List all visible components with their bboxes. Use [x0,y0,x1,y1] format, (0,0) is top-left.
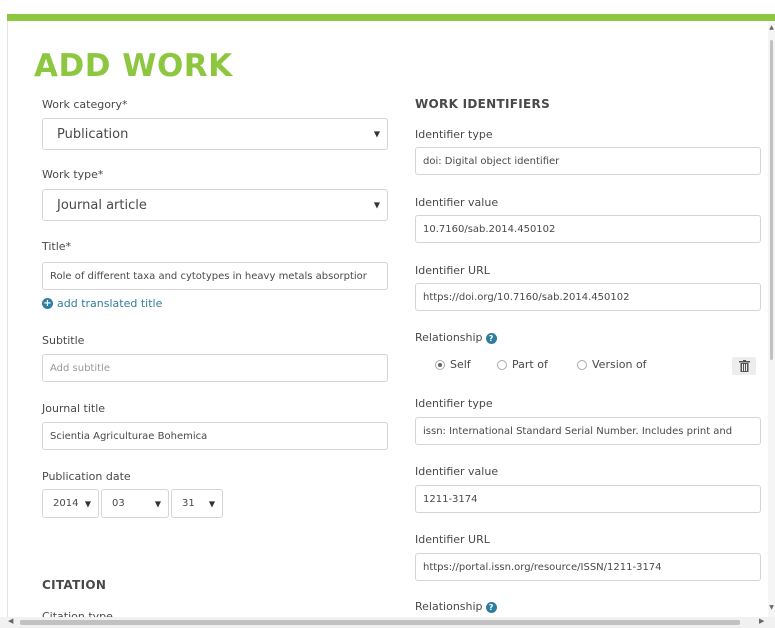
identifier-url-input-2[interactable]: https://portal.issn.org/resource/ISSN/12… [415,553,761,581]
relationship-option-label: Self [450,358,471,371]
radio-checked-icon [435,359,445,370]
identifier-value-input-2[interactable]: 1211-3174 [415,485,761,513]
publication-month-value: 03 [112,498,125,509]
journal-title-input[interactable]: Scientia Agriculturae Bohemica [42,422,388,450]
chevron-down-icon: ▼ [84,499,91,508]
scroll-down-icon[interactable]: ▼ [768,604,775,611]
publication-date-label: Publication date [42,470,131,483]
page-title: ADD WORK [34,48,233,84]
trash-icon [738,360,750,372]
radio-unchecked-icon [497,359,507,370]
add-translated-title-text: add translated title [57,297,163,310]
publication-day-select[interactable]: 31 ▼ [171,489,223,518]
identifier-type-label: Identifier type [415,128,493,141]
chevron-down-icon: ▼ [373,200,380,210]
identifier-value-label: Identifier value [415,196,499,209]
vertical-scroll-thumb[interactable] [770,40,773,360]
work-category-select[interactable]: Publication ▼ [42,118,388,150]
work-type-select[interactable]: Journal article ▼ [42,189,388,221]
plus-circle-icon: + [42,298,53,309]
citation-type-label: Citation type [42,610,113,617]
citation-section-heading: CITATION [42,578,107,592]
scroll-up-icon[interactable]: ▲ [768,24,775,31]
work-type-value: Journal article [57,197,147,213]
publication-month-select[interactable]: 03 ▼ [101,489,169,518]
identifier-type-label-2: Identifier type [415,397,493,410]
relationship-label: Relationship? [415,331,497,344]
journal-title-label: Journal title [42,402,106,415]
delete-identifier-button[interactable] [732,357,756,375]
identifier-url-label-2: Identifier URL [415,533,490,546]
chevron-down-icon: ▼ [208,499,215,508]
relationship-label-text: Relationship [415,331,483,344]
title-input[interactable]: Role of different taxa and cytotypes in … [42,262,388,290]
publication-year-value: 2014 [53,498,79,509]
relationship-label-text: Relationship [415,600,483,613]
work-category-value: Publication [57,126,129,142]
relationship-option-version-of[interactable]: Version of [577,358,647,371]
subtitle-label: Subtitle [42,334,85,347]
identifier-value-label-2: Identifier value [415,465,499,478]
work-type-label: Work type* [42,168,104,181]
chevron-down-icon: ▼ [154,499,161,508]
title-label: Title* [42,240,72,253]
scroll-right-icon[interactable]: ▶ [759,617,764,625]
publication-day-value: 31 [182,498,195,509]
identifier-url-label: Identifier URL [415,264,490,277]
add-translated-title-link[interactable]: + add translated title [42,297,162,310]
help-icon[interactable]: ? [485,332,497,344]
identifier-type-input[interactable]: doi: Digital object identifier [415,147,761,175]
relationship-label-2: Relationship? [415,600,497,613]
scroll-left-icon[interactable]: ◀ [8,617,13,625]
publication-year-select[interactable]: 2014 ▼ [42,489,99,518]
work-category-label: Work category* [42,98,128,111]
identifier-url-input[interactable]: https://doi.org/10.7160/sab.2014.450102 [415,283,761,311]
help-icon[interactable]: ? [485,601,497,613]
relationship-option-label: Part of [512,358,548,371]
horizontal-scroll-thumb[interactable] [20,620,740,625]
identifier-value-input[interactable]: 10.7160/sab.2014.450102 [415,215,761,243]
relationship-option-part-of[interactable]: Part of [497,358,548,371]
work-identifiers-heading: WORK IDENTIFIERS [415,97,551,111]
subtitle-input[interactable]: Add subtitle [42,354,388,382]
chevron-down-icon: ▼ [373,129,380,139]
relationship-option-self[interactable]: Self [435,358,471,371]
radio-unchecked-icon [577,359,587,370]
relationship-option-label: Version of [592,358,647,371]
header-accent-bar [7,14,775,21]
identifier-type-input-2[interactable]: issn: International Standard Serial Numb… [415,417,761,445]
